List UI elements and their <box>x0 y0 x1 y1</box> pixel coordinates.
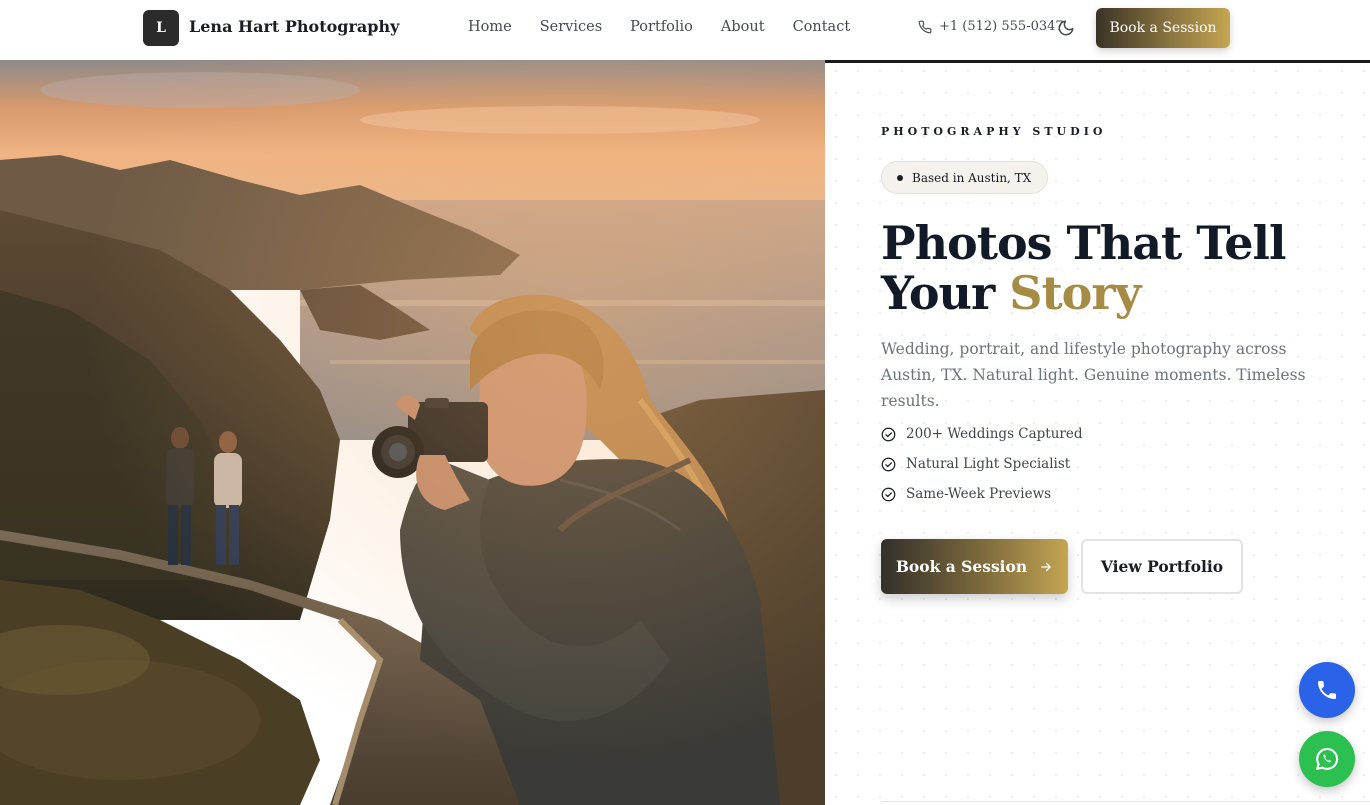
floating-whatsapp-button[interactable] <box>1299 731 1355 787</box>
book-session-label: Book a Session <box>895 557 1028 576</box>
location-text: Based in Austin, TX <box>912 170 1032 185</box>
nav-link-about[interactable]: About <box>721 19 765 35</box>
feature-list: 200+ Weddings Captured Natural Light Spe… <box>881 419 1083 509</box>
phone-icon <box>1318 681 1336 699</box>
headline-line-1: Photos That Tell <box>881 216 1286 270</box>
arrow-right-icon <box>1041 562 1051 571</box>
logo-badge[interactable]: L <box>143 10 179 46</box>
hero-lead: Wedding, portrait, and lifestyle photogr… <box>881 340 1306 410</box>
dot-icon <box>897 174 903 181</box>
panel-bottom-divider <box>881 801 1370 802</box>
hero-eyebrow: PHOTOGRAPHY STUDIO <box>881 125 1107 138</box>
feature-item: Same-Week Previews <box>881 479 1083 509</box>
check-circle-icon <box>881 427 896 441</box>
brand-name[interactable]: Lena Hart Photography <box>189 17 399 36</box>
nav-link-services[interactable]: Services <box>540 19 602 35</box>
feature-label: Same-Week Previews <box>906 486 1052 502</box>
headline-line-2-accent: Story <box>1009 266 1141 320</box>
phone-link[interactable]: +1 (512) 555-0347 <box>918 19 1064 34</box>
headline-line-2-plain: Your <box>881 266 995 320</box>
nav-link-portfolio[interactable]: Portfolio <box>630 19 693 35</box>
panel-top-divider <box>825 60 1370 63</box>
feature-label: Natural Light Specialist <box>906 456 1071 472</box>
check-circle-icon <box>881 487 896 501</box>
main-nav: Home Services Portfolio About Contact <box>468 19 850 35</box>
whatsapp-icon <box>1316 747 1339 770</box>
top-navbar: L Lena Hart Photography Home Services Po… <box>0 0 1370 60</box>
feature-item: Natural Light Specialist <box>881 449 1083 479</box>
hero-headline: Photos That Tell Your Story <box>881 216 1286 320</box>
nav-book-session-button[interactable]: Book a Session <box>1096 8 1230 48</box>
nav-link-contact[interactable]: Contact <box>793 19 851 35</box>
hero-photo <box>0 60 825 805</box>
moon-icon[interactable] <box>1057 19 1075 37</box>
phone-number: +1 (512) 555-0347 <box>939 19 1064 34</box>
check-circle-icon <box>881 457 896 471</box>
view-portfolio-button[interactable]: View Portfolio <box>1081 539 1243 594</box>
floating-call-button[interactable] <box>1299 662 1355 718</box>
phone-icon <box>918 20 932 33</box>
feature-item: 200+ Weddings Captured <box>881 419 1083 449</box>
nav-link-home[interactable]: Home <box>468 19 512 35</box>
feature-label: 200+ Weddings Captured <box>906 426 1083 442</box>
book-session-button[interactable]: Book a Session <box>881 539 1068 594</box>
location-badge: Based in Austin, TX <box>881 161 1049 194</box>
